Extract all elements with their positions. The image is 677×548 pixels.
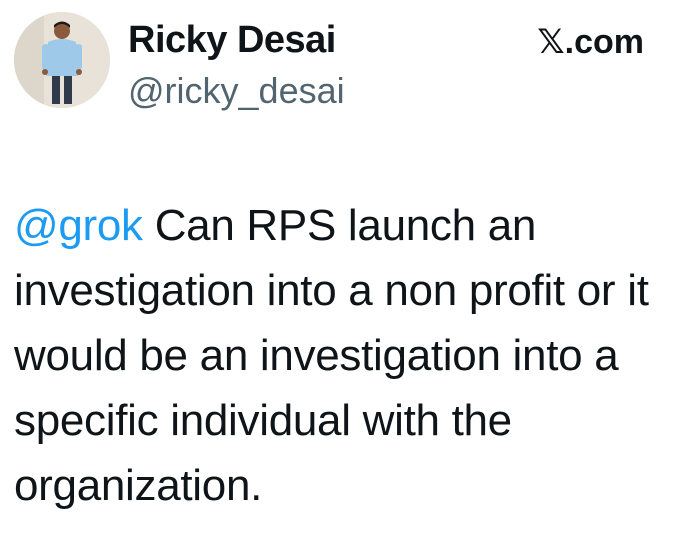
tweet-header: Ricky Desai @ricky_desai 𝕏.com <box>14 12 664 112</box>
x-logo-icon: 𝕏.com <box>537 23 644 61</box>
author-display-name[interactable]: Ricky Desai <box>128 18 336 62</box>
profile-photo-icon <box>14 12 110 108</box>
avatar[interactable] <box>14 12 110 108</box>
mention-link[interactable]: @grok <box>14 201 143 250</box>
author-handle[interactable]: @ricky_desai <box>128 70 345 112</box>
tweet-card: Ricky Desai @ricky_desai 𝕏.com @grok Can… <box>0 0 677 548</box>
tweet-text: @grok Can RPS launch an investigation in… <box>14 193 664 518</box>
